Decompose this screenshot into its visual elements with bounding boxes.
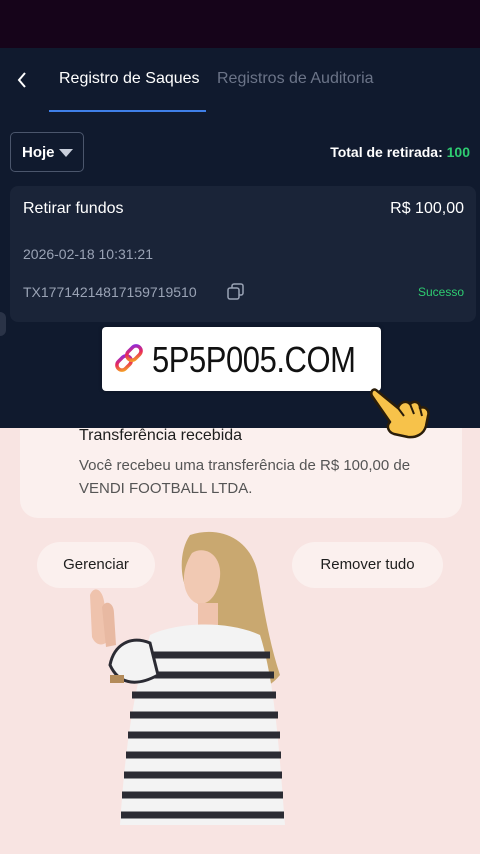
- person-sticker: [80, 525, 315, 840]
- record-datetime: 2026-02-18 10:31:21: [23, 246, 153, 262]
- copy-icon[interactable]: [227, 283, 245, 301]
- total-withdrawal: Total de retirada: 100: [330, 144, 470, 160]
- total-label: Total de retirada:: [330, 144, 443, 160]
- date-filter-dropdown[interactable]: Hoje: [10, 132, 84, 172]
- withdrawal-record-card: Retirar fundos R$ 100,00 2026-02-18 10:3…: [10, 186, 476, 322]
- banner-text: 5P5P005.COM: [152, 339, 356, 380]
- status-bar: [0, 0, 480, 48]
- active-tab-indicator: [49, 110, 206, 112]
- tab-withdrawal-records[interactable]: Registro de Saques: [59, 70, 200, 88]
- pointing-hand-icon: [370, 382, 436, 440]
- link-icon: [112, 341, 146, 375]
- record-amount: R$ 100,00: [390, 200, 464, 217]
- tab-audit-records[interactable]: Registros de Auditoria: [217, 70, 374, 88]
- record-transaction-id: TX17714214817159719510: [23, 284, 197, 300]
- chevron-left-icon[interactable]: [14, 68, 30, 92]
- record-title: Retirar fundos: [23, 200, 124, 217]
- date-filter-value: Hoje: [22, 144, 55, 161]
- notification-body: Você recebeu uma transferência de R$ 100…: [79, 457, 411, 497]
- watermark-banner: 5P5P005.COM: [102, 327, 381, 391]
- caret-down-icon: [59, 149, 73, 157]
- notification-title: Transferência recebida: [79, 427, 243, 444]
- record-status: Sucesso: [417, 285, 464, 299]
- total-value: 100: [446, 144, 470, 160]
- side-handle: [0, 312, 6, 336]
